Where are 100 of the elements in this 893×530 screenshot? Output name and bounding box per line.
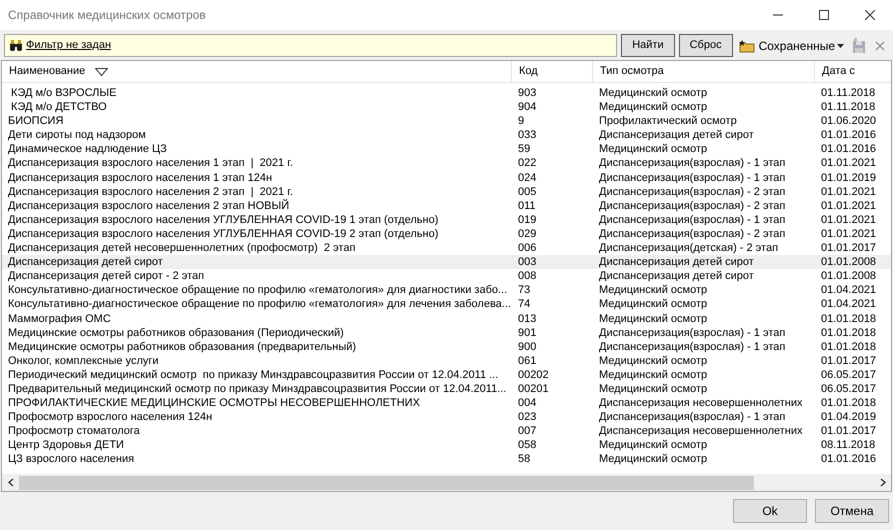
table-cell-text: Диспансеризация детей несовершеннолетних (профосмотр) 2 этап <box>7 241 356 256</box>
table-cell-text: Медицинский осмотр <box>598 354 708 368</box>
table-cell-text: 011 <box>517 198 537 213</box>
table-cell-text: 013 <box>517 312 538 326</box>
table-cell-text: 01.01.2008 <box>820 269 878 284</box>
table-cell-text: Диспансеризация(взрослая) - 1 этап <box>598 170 786 185</box>
maximize-icon[interactable] <box>819 10 829 20</box>
table-cell-text: 06.05.2017 <box>820 368 878 382</box>
table-cell-text: Диспансеризация взрослого населения 1 этап 124н <box>7 170 274 185</box>
table-cell-text: Динамическое надлюдение ЦЗ <box>7 142 168 156</box>
table-cell-text: 01.01.2016 <box>820 452 878 467</box>
table-cell-text: Медицинские осмотры работников образования (Периодический) <box>7 326 345 340</box>
table-cell-text: Диспансеризация несовершеннолетних <box>598 396 804 410</box>
table-cell-text: 01.01.2021 <box>820 226 878 242</box>
table-cell-text: Профосмотр взрослого населения 124н <box>7 410 214 424</box>
table-cell-text: 029 <box>517 226 538 242</box>
table-cell-text: Онколог, комплексные услуги <box>7 354 160 368</box>
table-cell-text: Медицинский осмотр <box>598 142 708 156</box>
table-cell-text: Диспансеризация(взрослая) - 1 этап <box>598 340 786 354</box>
table-cell-text: Медицинский осмотр <box>598 438 708 452</box>
table-cell-text: Медицинский осмотр <box>598 312 708 326</box>
table-cell-text: Профосмотр стоматолога <box>7 424 141 438</box>
table-cell-text: Периодический медицинский осмотр по приказу Минздравсоцразвития России от 12.04.2011 ... <box>7 368 500 382</box>
table-cell-text: Центр Здоровья ДЕТИ <box>7 438 125 452</box>
scrollbar-thumb[interactable] <box>19 476 754 490</box>
table-cell-text: Маммография ОМС <box>7 312 112 326</box>
table-cell-text: 01.04.2021 <box>820 283 878 298</box>
column-header[interactable]: Наименование <box>9 63 86 80</box>
table-cell-text: Диспансеризация(взрослая) - 1 этап <box>598 326 786 340</box>
table-cell-text: Медицинский осмотр <box>598 86 708 100</box>
saved-filters-menu[interactable]: Сохраненные <box>736 36 847 54</box>
table-cell-text: БИОПСИЯ <box>7 114 64 128</box>
table-cell-text: 901 <box>517 326 538 340</box>
table-cell-text: Медицинский осмотр <box>598 283 708 298</box>
table-cell-text: 900 <box>517 340 538 354</box>
table-cell-text: 008 <box>517 269 538 284</box>
table-cell-text: 01.01.2017 <box>820 241 878 256</box>
table-cell-text: Медицинские осмотры работников образования (предварительный) <box>7 340 358 354</box>
table-cell-text: 01.01.2017 <box>820 354 878 368</box>
table-cell-text: Диспансеризация взрослого населения 1 этап | 2021 г. <box>7 156 294 171</box>
table-cell-text: Профилактический осмотр <box>598 114 738 128</box>
table-cell-text: 024 <box>517 170 538 185</box>
table-cell-text: 73 <box>517 283 532 298</box>
table-cell-text: 58 <box>517 452 532 467</box>
table-cell-text: 061 <box>517 354 538 368</box>
table-cell-text: 01.01.2021 <box>820 198 878 213</box>
table-cell-text: 9 <box>517 114 526 128</box>
table-cell-text: 01.11.2018 <box>820 100 876 114</box>
table-cell-text: 00201 <box>517 382 550 396</box>
table-cell-text: 01.01.2018 <box>820 340 878 354</box>
cancel-button[interactable]: Отмена <box>815 499 889 523</box>
table-cell-text: 005 <box>517 184 538 199</box>
folder-icon <box>738 38 757 52</box>
table-cell-text: 019 <box>517 212 538 227</box>
caret-icon <box>837 42 845 48</box>
table-cell-text: Диспансеризация(взрослая) - 2 этап <box>598 184 786 199</box>
ok-button[interactable]: Ok <box>733 499 807 523</box>
table-cell-text: Диспансеризация детей сирот <box>598 128 755 142</box>
table-cell-text: Диспансеризация(взрослая) - 1 этап <box>598 212 786 227</box>
table-cell-text: 033 <box>517 128 538 142</box>
table-cell-text: Диспансеризация взрослого населения УГЛУБЛЕННАЯ COVID-19 2 этап (отдельно) <box>7 226 440 242</box>
table-cell-text: Диспансеризация детей сирот <box>598 255 755 270</box>
table-cell-text: Медицинский осмотр <box>598 452 708 467</box>
find-button[interactable]: Найти <box>621 34 675 57</box>
column-header[interactable]: Дата с <box>822 63 855 80</box>
table-cell-text: КЭД м/о ВЗРОСЛЫЕ <box>10 86 118 100</box>
table-cell-text: 006 <box>517 241 538 256</box>
table-cell-text: 004 <box>517 396 538 410</box>
table-cell-text: 01.01.2008 <box>820 255 878 270</box>
table-cell-text: Медицинский осмотр <box>598 368 708 382</box>
table-cell-text: КЭД м/о ДЕТСТВО <box>10 100 108 114</box>
table-cell-text: 01.01.2018 <box>820 326 878 340</box>
column-header[interactable]: Код <box>519 63 538 80</box>
table-cell-text: 06.05.2017 <box>820 382 878 396</box>
table-cell-text: 01.04.2021 <box>820 297 878 312</box>
table-cell-text: 023 <box>517 410 538 424</box>
table-cell-text: 058 <box>517 438 538 452</box>
close-icon[interactable] <box>865 10 875 20</box>
table-cell-text: 01.01.2016 <box>820 142 878 156</box>
table-cell-text: Диспансеризация(взрослая) - 2 этап <box>598 198 786 213</box>
table-cell-text: Диспансеризация(взрослая) - 1 этап <box>598 156 786 171</box>
table-cell-text: Диспансеризация взрослого населения 2 этап НОВЫЙ <box>7 198 290 213</box>
table-cell-text: Консультативно-диагностическое обращение по профилю «гематология» для диагностики забо... <box>7 283 508 298</box>
table-cell-text: Диспансеризация взрослого населения 2 этап | 2021 г. <box>7 184 294 199</box>
reset-button[interactable]: Сброс <box>678 34 733 57</box>
binoculars-icon <box>9 40 23 52</box>
column-header[interactable]: Тип осмотра <box>600 63 664 80</box>
selected-row[interactable]: Диспансеризация детей сирот 003 Диспансеризация детей сирот 01.01.2008 <box>2 255 891 270</box>
table-cell-text: 022 <box>517 156 538 171</box>
table-cell-text: 01.01.2018 <box>820 396 878 410</box>
table-cell-text: 01.01.2019 <box>820 170 878 185</box>
window-title: Справочник медицинских осмотров <box>8 7 207 24</box>
table-cell-text: 01.01.2018 <box>820 312 878 326</box>
table-cell-text: Диспансеризация детей сирот - 2 этап <box>7 269 206 284</box>
filter-link[interactable]: Фильтр не задан <box>26 37 112 54</box>
sort-icon <box>95 68 108 76</box>
table-cell-text: 01.06.2020 <box>820 114 878 128</box>
table-cell-text: 007 <box>517 424 538 438</box>
table-cell-text: 01.01.2016 <box>820 128 878 142</box>
table-cell-text: 003 <box>517 255 538 270</box>
